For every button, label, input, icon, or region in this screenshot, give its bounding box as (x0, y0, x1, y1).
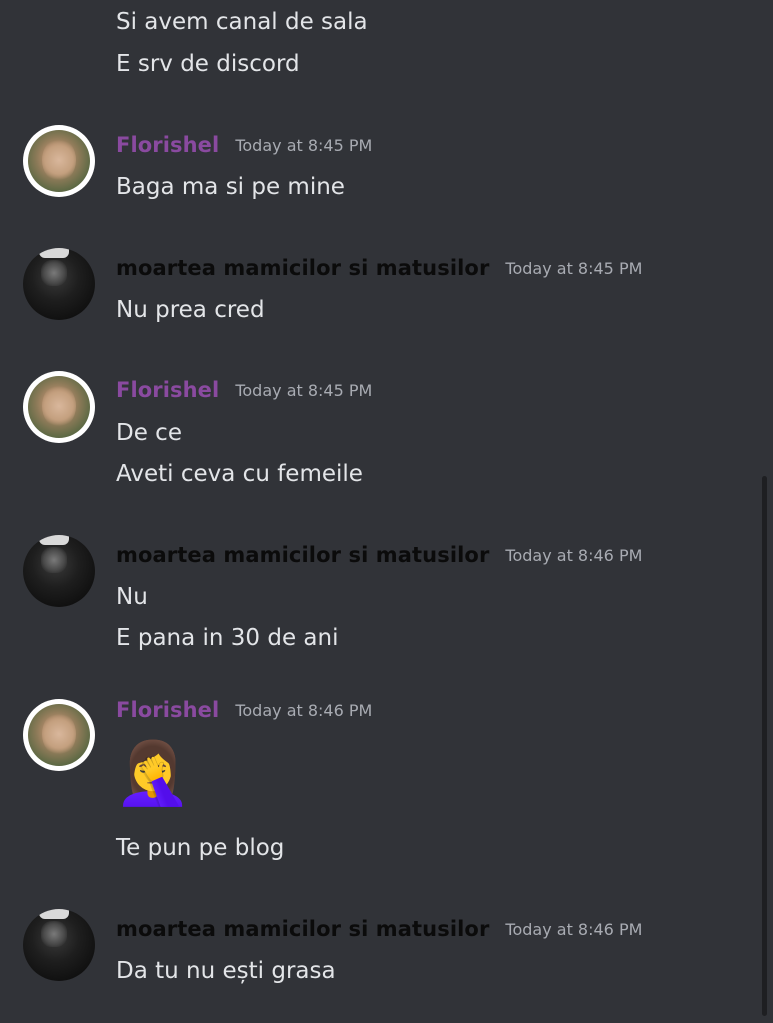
timestamp: Today at 8:45 PM (505, 258, 643, 278)
timestamp: Today at 8:46 PM (235, 700, 373, 720)
author-name[interactable]: Florishel (116, 698, 219, 722)
author-name[interactable]: Florishel (116, 378, 219, 402)
message-header: moartea mamicilor si matusilor Today at … (116, 540, 642, 570)
author-name[interactable]: moartea mamicilor si matusilor (116, 917, 489, 941)
message-header: Florishel Today at 8:45 PM (116, 375, 372, 405)
avatar-moartea[interactable] (23, 248, 95, 320)
message-text: E srv de discord (116, 51, 300, 77)
author-name[interactable]: moartea mamicilor si matusilor (116, 543, 489, 567)
message-text: Baga ma si pe mine (116, 174, 345, 200)
timestamp: Today at 8:45 PM (235, 135, 373, 155)
avatar-florishel[interactable] (23, 699, 95, 771)
message-text: Nu prea cred (116, 297, 265, 323)
message-header: moartea mamicilor si matusilor Today at … (116, 253, 642, 283)
facepalm-emoji: 🤦‍♀️ (114, 736, 192, 809)
author-name[interactable]: moartea mamicilor si matusilor (116, 256, 489, 280)
scrollbar[interactable] (762, 476, 767, 1016)
message-header: Florishel Today at 8:46 PM (116, 695, 372, 725)
message-text: Si avem canal de sala (116, 9, 368, 35)
message-text: Te pun pe blog (116, 835, 285, 861)
chat-messages: Si avem canal de sala E srv de discord F… (0, 0, 773, 1023)
avatar-florishel[interactable] (23, 125, 95, 197)
avatar-florishel[interactable] (23, 371, 95, 443)
message-text: De ce (116, 420, 182, 446)
author-name[interactable]: Florishel (116, 133, 219, 157)
avatar-moartea[interactable] (23, 909, 95, 981)
message-header: Florishel Today at 8:45 PM (116, 130, 372, 160)
avatar-moartea[interactable] (23, 535, 95, 607)
timestamp: Today at 8:46 PM (505, 545, 643, 565)
message-text: Aveti ceva cu femeile (116, 461, 363, 487)
message-text: Nu (116, 584, 148, 610)
timestamp: Today at 8:46 PM (505, 919, 643, 939)
message-text: Da tu nu ești grasa (116, 958, 336, 984)
message-text: E pana in 30 de ani (116, 625, 339, 651)
message-header: moartea mamicilor si matusilor Today at … (116, 914, 642, 944)
timestamp: Today at 8:45 PM (235, 380, 373, 400)
